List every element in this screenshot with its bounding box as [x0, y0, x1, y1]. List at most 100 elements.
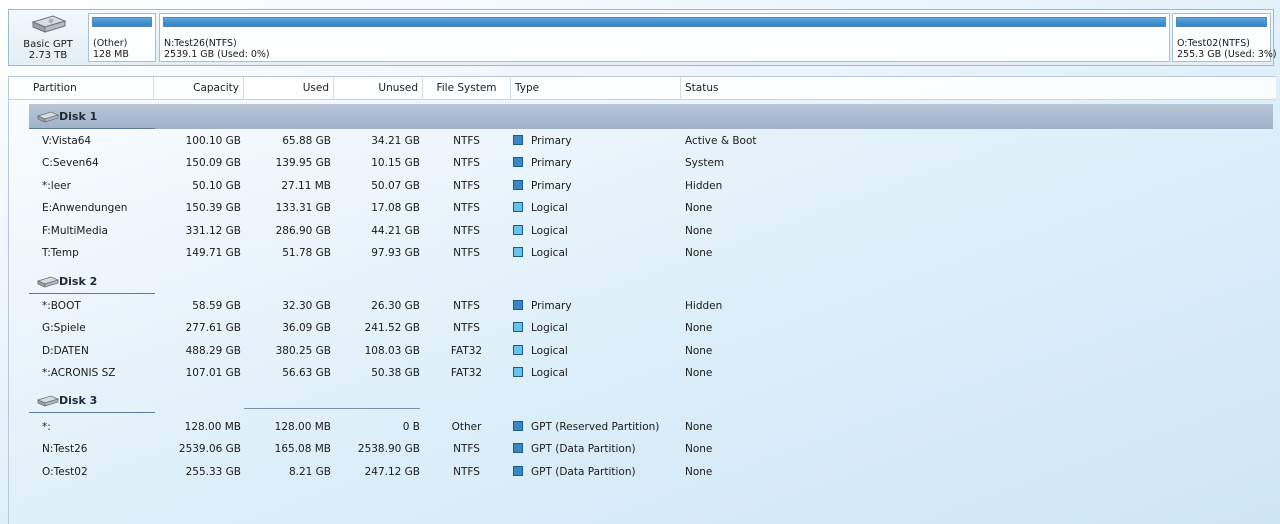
partition-type-square-icon	[513, 421, 523, 431]
cell-unused: 50.07 GB	[371, 179, 420, 192]
cell-used: 380.25 GB	[275, 344, 331, 357]
cell-unused: 97.93 GB	[371, 247, 420, 259]
cell-type-label: Logical	[531, 344, 568, 357]
cell-capacity: 58.59 GB	[192, 300, 241, 312]
cell-used: 65.88 GB	[282, 135, 331, 147]
disk-group-header[interactable]: Disk 1	[29, 104, 1273, 129]
group-divider	[29, 412, 155, 413]
table-header: Partition Capacity Used Unused File Syst…	[9, 77, 1276, 100]
usage-indicator-line	[244, 408, 420, 409]
column-header-unused[interactable]: Unused	[334, 77, 423, 99]
column-header-capacity[interactable]: Capacity	[154, 77, 244, 99]
column-header-type[interactable]: Type	[511, 77, 681, 99]
segment-usage-bar	[1176, 17, 1267, 27]
cell-status: None	[685, 247, 713, 259]
cell-type-label: Logical	[531, 247, 568, 259]
segment-usage-bar	[92, 17, 152, 27]
cell-unused: 10.15 GB	[371, 157, 420, 170]
cell-file-system: NTFS	[453, 443, 480, 456]
disk-map-segment-test26[interactable]: N:Test26(NTFS) 2539.1 GB (Used: 0%)	[159, 13, 1170, 62]
column-header-used[interactable]: Used	[244, 77, 334, 99]
cell-type: Logical	[513, 197, 568, 219]
cell-type-label: Primary	[531, 135, 572, 147]
table-row[interactable]: V:Vista64 100.10 GB 65.88 GB 34.21 GB NTFS Pr…	[9, 130, 1276, 152]
table-row[interactable]: G:Spiele 277.61 GB 36.09 GB 241.52 GB NTFS Lo…	[9, 317, 1276, 339]
cell-type-label: Logical	[531, 322, 568, 335]
cell-type: GPT (Data Partition)	[513, 438, 636, 460]
hard-disk-icon	[37, 111, 59, 123]
column-header-status[interactable]: Status	[681, 77, 1277, 99]
disk-map-segment-test02[interactable]: O:Test02(NTFS) 255.3 GB (Used: 3%)	[1172, 13, 1277, 62]
table-row[interactable]: N:Test26 2539.06 GB 165.08 MB 2538.90 GB NTF…	[9, 438, 1276, 460]
cell-used: 32.30 GB	[282, 300, 331, 312]
table-row[interactable]: C:Seven64 150.09 GB 139.95 GB 10.15 GB NTFS P…	[9, 152, 1276, 174]
cell-partition: *:BOOT	[42, 300, 81, 312]
cell-type: Logical	[513, 317, 568, 339]
partition-type-square-icon	[513, 322, 523, 333]
cell-file-system: FAT32	[450, 367, 483, 380]
segment-label: N:Test26(NTFS)	[164, 38, 237, 49]
cell-partition: *:leer	[42, 179, 71, 192]
cell-status: None	[685, 367, 713, 380]
disk-group-header[interactable]: Disk 2	[29, 269, 1273, 294]
cell-unused: 0 B	[402, 421, 420, 433]
table-row[interactable]: *:leer 50.10 GB 27.11 MB 50.07 GB NTFS Primar…	[9, 175, 1276, 197]
cell-used: 133.31 GB	[275, 202, 331, 215]
disk-group-title: Disk 2	[59, 275, 98, 288]
segment-label: (Other)	[93, 38, 128, 49]
disk-map-disk[interactable]: Basic GPT 2.73 TB	[19, 14, 77, 64]
cell-partition: C:Seven64	[42, 157, 99, 170]
disk-map: Basic GPT 2.73 TB (Other) 128 MB N:Test2…	[8, 9, 1277, 66]
cell-file-system: FAT32	[450, 344, 483, 357]
cell-partition: G:Spiele	[42, 322, 86, 335]
cell-capacity: 488.29 GB	[185, 344, 241, 357]
partition-table: Partition Capacity Used Unused File Syst…	[8, 76, 1276, 524]
cell-capacity: 150.09 GB	[185, 157, 241, 170]
cell-type-label: Primary	[531, 300, 572, 312]
cell-type-label: Logical	[531, 367, 568, 380]
table-row[interactable]: *:BOOT 58.59 GB 32.30 GB 26.30 GB NTFS Primar…	[9, 295, 1276, 317]
cell-capacity: 255.33 GB	[185, 465, 241, 478]
cell-type-label: GPT (Data Partition)	[531, 465, 636, 478]
cell-capacity: 277.61 GB	[185, 322, 241, 335]
partition-type-square-icon	[513, 157, 523, 168]
cell-used: 36.09 GB	[282, 322, 331, 335]
partition-type-square-icon	[513, 443, 523, 454]
partition-type-square-icon	[513, 224, 523, 235]
cell-file-system: NTFS	[453, 465, 480, 478]
cell-type: Logical	[513, 340, 568, 362]
table-row[interactable]: E:Anwendungen 150.39 GB 133.31 GB 17.08 GB N…	[9, 197, 1276, 219]
table-row[interactable]: D:DATEN 488.29 GB 380.25 GB 108.03 GB FAT32 L…	[9, 340, 1276, 362]
cell-file-system: NTFS	[453, 224, 480, 237]
group-divider	[29, 128, 155, 129]
cell-file-system: NTFS	[453, 179, 480, 192]
cell-used: 51.78 GB	[282, 247, 331, 259]
table-row[interactable]: F:MultiMedia 331.12 GB 286.90 GB 44.21 GB NT…	[9, 220, 1276, 242]
cell-partition: T:Temp	[42, 247, 79, 259]
partition-type-square-icon	[513, 367, 523, 378]
cell-type-label: GPT (Reserved Partition)	[531, 421, 660, 433]
cell-status: None	[685, 443, 713, 456]
cell-capacity: 100.10 GB	[185, 135, 241, 147]
cell-status: None	[685, 465, 713, 478]
table-row[interactable]: *: 128.00 MB 128.00 MB 0 B Other GPT (Reserve…	[9, 416, 1276, 438]
cell-unused: 247.12 GB	[364, 465, 420, 478]
cell-type: Logical	[513, 242, 568, 264]
table-row[interactable]: O:Test02 255.33 GB 8.21 GB 247.12 GB NTFS GPT…	[9, 461, 1276, 483]
cell-status: None	[685, 344, 713, 357]
cell-type: Primary	[513, 152, 572, 174]
column-header-file-system[interactable]: File System	[423, 77, 511, 99]
disk-map-segment-other[interactable]: (Other) 128 MB	[88, 13, 156, 62]
cell-unused: 44.21 GB	[371, 224, 420, 237]
column-header-partition[interactable]: Partition	[29, 77, 154, 99]
disk-group-header[interactable]: Disk 3	[29, 388, 1273, 413]
cell-partition: N:Test26	[42, 443, 88, 456]
cell-unused: 2538.90 GB	[357, 443, 420, 456]
disk-map-size: 2.73 TB	[28, 50, 68, 61]
cell-capacity: 128.00 MB	[184, 421, 241, 433]
table-row[interactable]: *:ACRONIS SZ 107.01 GB 56.63 GB 50.38 GB FAT…	[9, 362, 1276, 384]
table-row[interactable]: T:Temp 149.71 GB 51.78 GB 97.93 GB NTFS Logic…	[9, 242, 1276, 264]
cell-unused: 34.21 GB	[371, 135, 420, 147]
cell-capacity: 2539.06 GB	[178, 443, 241, 456]
hard-disk-icon	[37, 276, 59, 288]
